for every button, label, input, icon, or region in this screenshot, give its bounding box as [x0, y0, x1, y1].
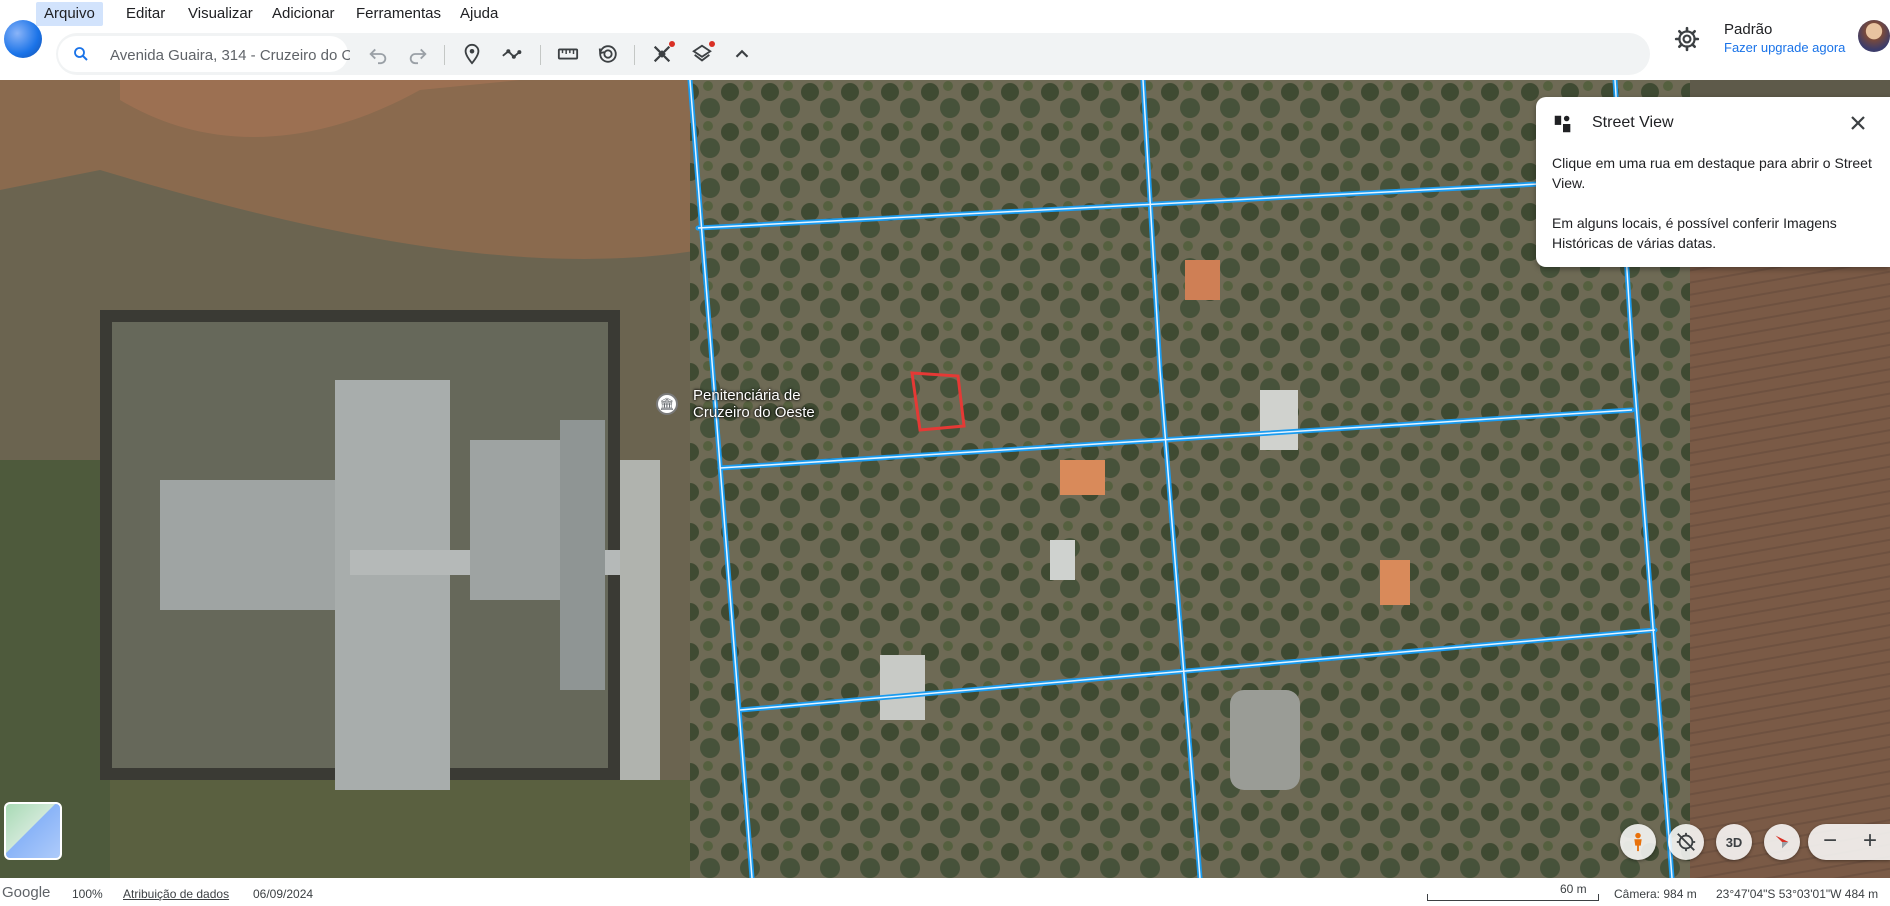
layers-button[interactable] — [688, 40, 716, 68]
poi-label[interactable]: Penitenciária de Cruzeiro do Oeste — [693, 387, 815, 421]
notification-dot — [669, 41, 675, 47]
3d-label: 3D — [1725, 834, 1743, 850]
status-bar: Google 100% Atribuição de dados 06/09/20… — [0, 878, 1890, 906]
add-placemark-button[interactable] — [458, 40, 486, 68]
minimap[interactable] — [4, 802, 62, 860]
data-attribution-link[interactable]: Atribuição de dados — [123, 887, 229, 901]
compass-button[interactable] — [1764, 824, 1800, 860]
close-icon[interactable] — [1846, 111, 1870, 135]
google-brand: Google — [2, 884, 51, 901]
street-view-instructions: Clique em uma rua em destaque para abrir… — [1552, 155, 1872, 191]
undo-icon — [369, 48, 387, 65]
poi-label-line2: Cruzeiro do Oeste — [693, 404, 815, 421]
ruler-icon — [557, 48, 579, 60]
search-icon[interactable] — [72, 45, 90, 63]
avatar[interactable] — [1858, 20, 1890, 52]
gear-icon[interactable] — [1674, 26, 1700, 52]
search-box[interactable] — [58, 36, 352, 72]
redo-icon — [409, 48, 427, 65]
menu-ajuda[interactable]: Ajuda — [452, 2, 506, 26]
path-icon — [502, 49, 522, 59]
historical-imagery-button[interactable] — [594, 40, 622, 68]
collapse-toolbar-button[interactable] — [728, 40, 756, 68]
satellite-tools-button[interactable] — [648, 40, 676, 68]
toggle-3d-button[interactable]: 3D — [1716, 824, 1752, 860]
menu-editar[interactable]: Editar — [118, 2, 173, 26]
account-name: Padrão — [1724, 21, 1773, 38]
street-view-title: Street View — [1592, 114, 1674, 131]
chevron-up-icon — [735, 49, 749, 58]
scale-label: 60 m — [1560, 882, 1587, 896]
street-view-panel: Street View Clique em uma rua em destaqu… — [1536, 97, 1890, 267]
menu-arquivo[interactable]: Arquivo — [36, 2, 103, 26]
zoom-controls: − + — [1808, 824, 1890, 860]
zoom-in-button[interactable]: + — [1856, 828, 1884, 856]
compass-icon — [1775, 835, 1789, 849]
prison-poi-icon[interactable]: 🏛 — [656, 393, 678, 415]
reset-tilt-button[interactable] — [1668, 824, 1704, 860]
measure-button[interactable] — [554, 40, 582, 68]
poi-label-line1: Penitenciária de — [693, 387, 801, 404]
placemark-icon — [464, 43, 480, 65]
toolbar — [56, 33, 1650, 75]
toolbar-divider — [634, 45, 635, 65]
street-view-history-note: Em alguns locais, é possível conferir Im… — [1552, 215, 1837, 251]
pegman-icon — [1634, 832, 1642, 852]
zoom-out-button[interactable]: − — [1816, 828, 1844, 856]
upgrade-link[interactable]: Fazer upgrade agora — [1724, 40, 1845, 55]
menu-bar: Arquivo Editar Visualizar Adicionar Ferr… — [0, 0, 1890, 28]
cursor-coordinates: 23°47'04"S 53°03'01"W 484 m — [1716, 887, 1879, 901]
menu-adicionar[interactable]: Adicionar — [264, 2, 343, 26]
street-view-icon — [1554, 115, 1571, 133]
camera-altitude: Câmera: 984 m — [1614, 887, 1697, 901]
notification-dot — [709, 41, 715, 47]
zoom-level: 100% — [72, 887, 103, 901]
search-input[interactable] — [108, 41, 352, 69]
menu-ferramentas[interactable]: Ferramentas — [348, 2, 449, 26]
undo-button[interactable] — [364, 40, 392, 68]
menu-visualizar[interactable]: Visualizar — [180, 2, 261, 26]
orbit-icon — [1676, 832, 1696, 852]
toolbar-divider — [540, 45, 541, 65]
toolbar-divider — [444, 45, 445, 65]
redo-button[interactable] — [404, 40, 432, 68]
imagery-date: 06/09/2024 — [253, 887, 314, 901]
historical-imagery-icon — [598, 45, 617, 63]
add-path-button[interactable] — [498, 40, 526, 68]
pegman-button[interactable] — [1620, 824, 1656, 860]
google-earth-logo[interactable] — [4, 20, 42, 58]
